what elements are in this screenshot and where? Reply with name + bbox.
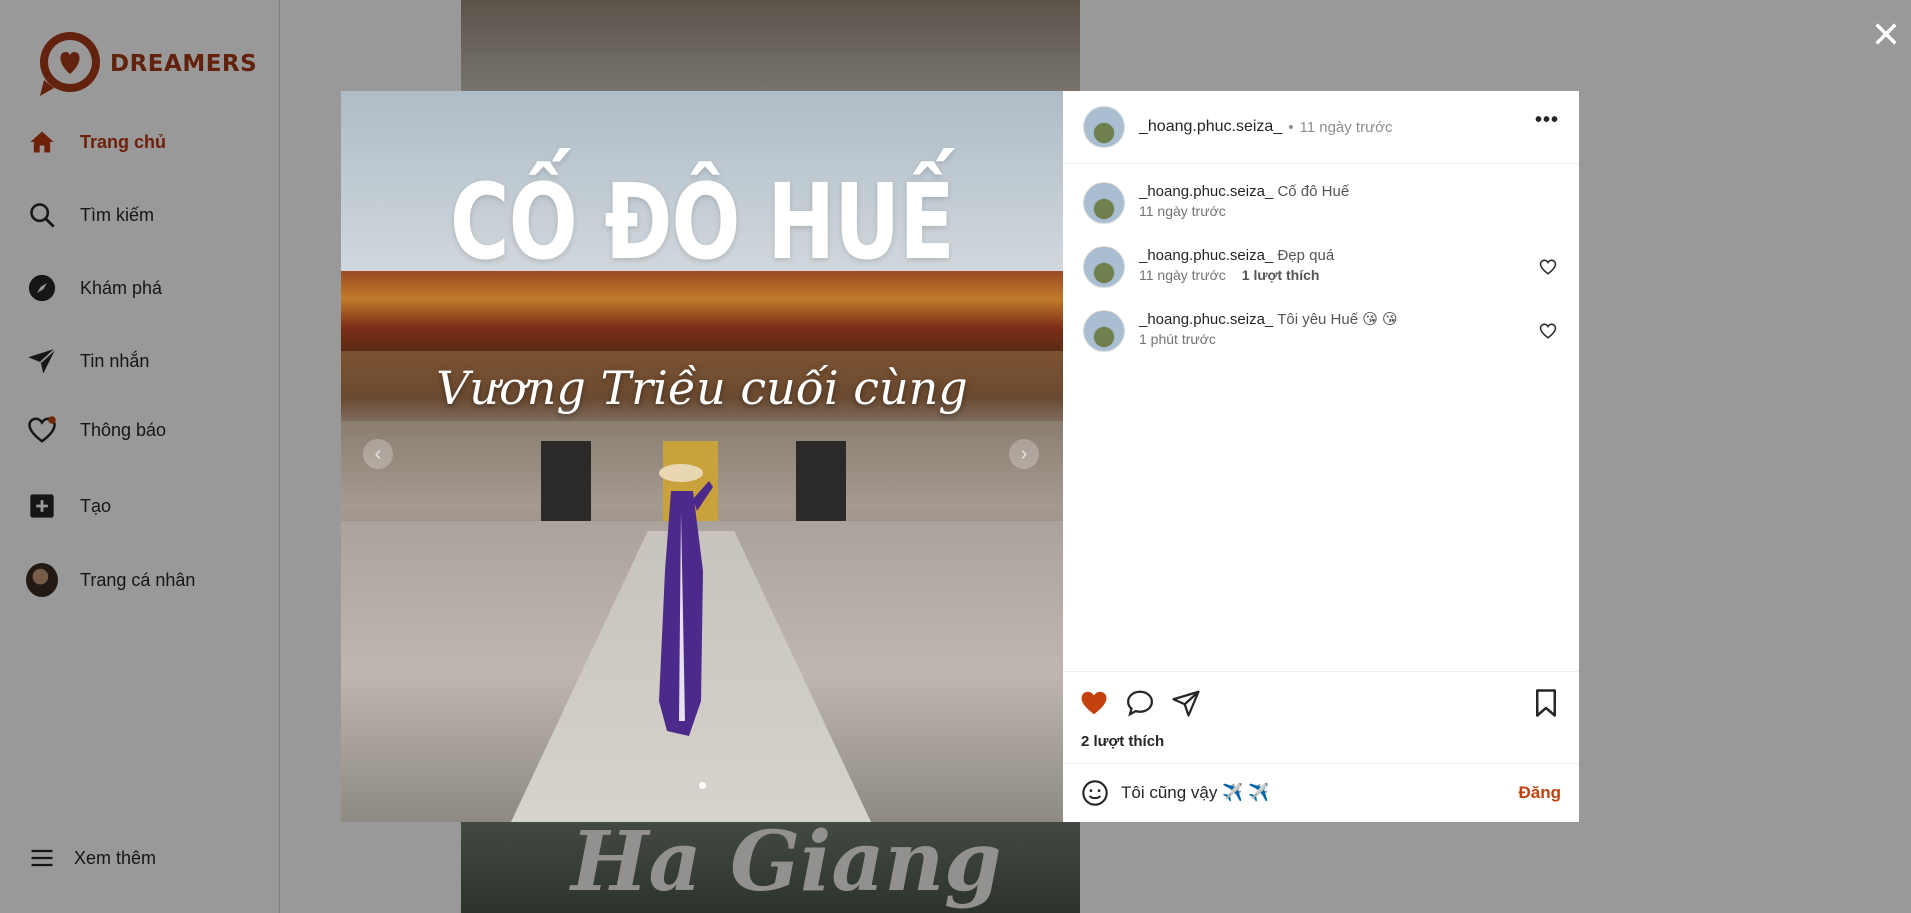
comment-time: 1 phút trước <box>1139 331 1216 347</box>
comment-icon[interactable] <box>1125 688 1155 718</box>
share-icon[interactable] <box>1171 688 1201 718</box>
comment-like-icon[interactable] <box>1539 258 1557 276</box>
close-button[interactable] <box>1868 16 1904 52</box>
comment-text: Tôi yêu Huế 😘 😘 <box>1277 311 1398 328</box>
carousel-next-button[interactable]: › <box>1009 439 1039 469</box>
carousel-prev-button[interactable]: ‹ <box>363 439 393 469</box>
post-time: 11 ngày trước <box>1299 118 1393 136</box>
close-icon <box>1875 23 1897 45</box>
avatar[interactable] <box>1083 106 1125 148</box>
post-comment-button[interactable]: Đăng <box>1519 783 1562 803</box>
comment-like-icon[interactable] <box>1539 322 1557 340</box>
comment-input[interactable] <box>1121 783 1519 803</box>
carousel-indicator <box>699 782 706 789</box>
more-options-icon[interactable]: ••• <box>1535 109 1559 132</box>
likes-count[interactable]: 2 lượt thích <box>1081 733 1164 750</box>
comment-item: _hoang.phuc.seiza_ Đẹp quá 11 ngày trước… <box>1083 246 1334 288</box>
comment-item: _hoang.phuc.seiza_ Cố đô Huế 11 ngày trư… <box>1083 182 1349 224</box>
image-title: CỐ ĐÔ HUẾ <box>449 161 955 283</box>
post-author[interactable]: _hoang.phuc.seiza_ <box>1139 118 1282 136</box>
post-modal: CỐ ĐÔ HUẾ Vương Triều cuối cùng ‹ › _hoa… <box>341 91 1579 822</box>
person-figure <box>659 464 713 736</box>
avatar[interactable] <box>1083 246 1125 288</box>
comment-text: Đẹp quá <box>1277 247 1335 264</box>
like-icon[interactable] <box>1079 688 1109 718</box>
comment-text: Cố đô Huế <box>1277 183 1350 200</box>
comment-user[interactable]: _hoang.phuc.seiza_ <box>1139 247 1273 264</box>
post-image[interactable]: CỐ ĐÔ HUẾ Vương Triều cuối cùng ‹ › <box>341 91 1063 822</box>
comment-user[interactable]: _hoang.phuc.seiza_ <box>1139 183 1273 200</box>
avatar[interactable] <box>1083 182 1125 224</box>
post-actions <box>1063 671 1579 723</box>
avatar[interactable] <box>1083 310 1125 352</box>
comment-form: Đăng <box>1063 763 1579 822</box>
comment-item: _hoang.phuc.seiza_ Tôi yêu Huế 😘 😘 1 phú… <box>1083 310 1398 352</box>
image-subtitle: Vương Triều cuối cùng <box>436 361 968 415</box>
post-header: _hoang.phuc.seiza_ • 11 ngày trước ••• <box>1063 91 1579 164</box>
comment-time: 11 ngày trước <box>1139 203 1226 219</box>
comment-user[interactable]: _hoang.phuc.seiza_ <box>1139 311 1273 328</box>
comment-likes[interactable]: 1 lượt thích <box>1242 267 1320 283</box>
comment-time: 11 ngày trước <box>1139 267 1226 283</box>
post-details: _hoang.phuc.seiza_ • 11 ngày trước ••• _… <box>1063 91 1579 822</box>
emoji-icon[interactable] <box>1081 779 1109 807</box>
bookmark-icon[interactable] <box>1531 688 1561 718</box>
